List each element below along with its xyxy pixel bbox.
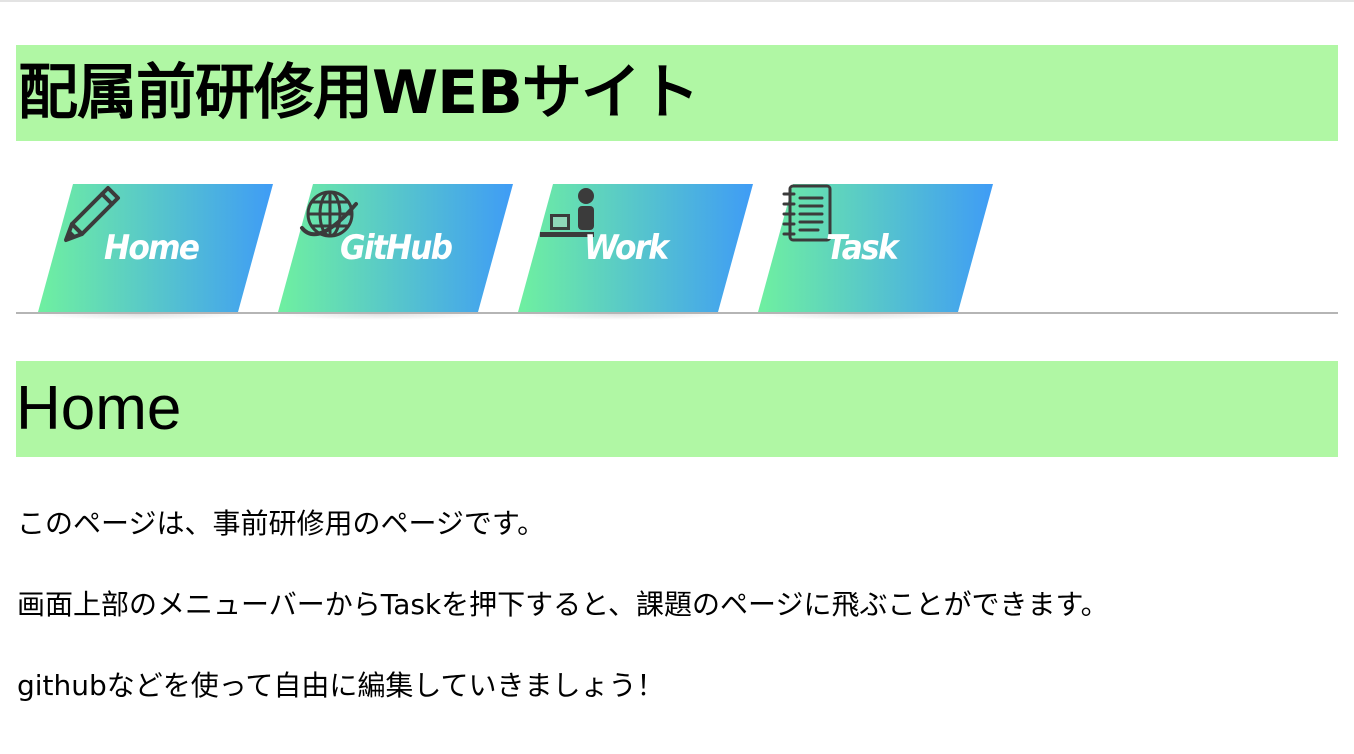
content-paragraph: 画面上部のメニューバーからTaskを押下すると、課題のページに飛ぶことができます… [17, 588, 1109, 621]
nav-label: Work [584, 228, 669, 268]
menu-divider [16, 312, 1338, 314]
nav-item-task[interactable]: Task [758, 184, 993, 312]
section-title: Home [16, 374, 182, 443]
site-header: 配属前研修用WEBサイト [16, 45, 1338, 141]
site-title: 配属前研修用WEBサイト [18, 58, 700, 128]
top-divider [0, 0, 1354, 2]
nav-item-github[interactable]: GitHub [278, 184, 513, 312]
nav-label: Home [104, 228, 200, 268]
section-header: Home [16, 361, 1338, 457]
content-paragraph: このページは、事前研修用のページです。 [17, 507, 546, 540]
nav-item-work[interactable]: Work [518, 184, 753, 312]
menu-bar: Home GitHub Work Task [16, 184, 1338, 320]
nav-label: Task [826, 228, 899, 268]
nav-item-home[interactable]: Home [38, 184, 273, 312]
nav-label: GitHub [340, 228, 453, 268]
content-paragraph: githubなどを使って自由に編集していきましょう！ [17, 669, 665, 702]
